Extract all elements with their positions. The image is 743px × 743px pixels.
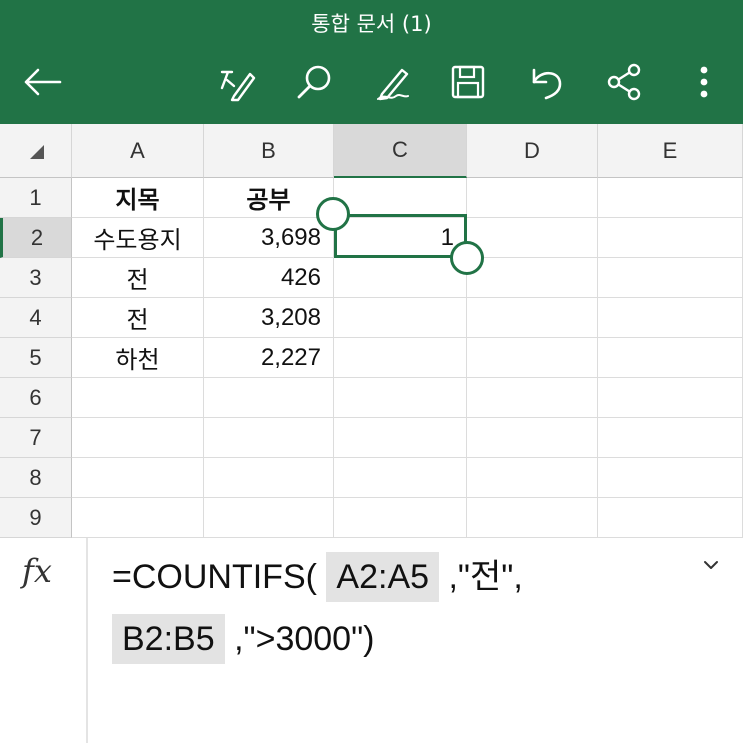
cell-a7[interactable] xyxy=(72,418,204,458)
cell-a3[interactable]: 전 xyxy=(72,258,204,298)
cell-a8[interactable] xyxy=(72,458,204,498)
formula-criteria: ,"전", xyxy=(448,558,523,596)
formula-bar: fx =COUNTIFS( A2:A5 ,"전", B2:B5 ,">3000") xyxy=(0,538,743,743)
cell-b8[interactable] xyxy=(204,458,334,498)
pen-icon[interactable] xyxy=(368,58,416,106)
row-header-6[interactable]: 6 xyxy=(0,378,72,418)
row-header-9[interactable]: 9 xyxy=(0,498,72,538)
save-icon[interactable] xyxy=(444,58,492,106)
cell-c8[interactable] xyxy=(334,458,467,498)
column-header-e[interactable]: E xyxy=(598,124,743,178)
formula-suffix: ,">3000") xyxy=(234,620,375,658)
cell-e8[interactable] xyxy=(598,458,743,498)
spreadsheet-grid[interactable]: A B C D E 1 2 3 4 5 6 7 8 9 지목 공부 수도용지 3… xyxy=(0,124,743,538)
cell-b6[interactable] xyxy=(204,378,334,418)
column-header-d[interactable]: D xyxy=(467,124,598,178)
row-header-5[interactable]: 5 xyxy=(0,338,72,378)
column-header-a[interactable]: A xyxy=(72,124,204,178)
cell-c3[interactable] xyxy=(334,258,467,298)
undo-icon[interactable] xyxy=(522,58,570,106)
selection-handle-bottom-right[interactable] xyxy=(450,241,484,275)
cell-a1[interactable]: 지목 xyxy=(72,178,204,218)
cell-b1[interactable]: 공부 xyxy=(204,178,334,218)
cell-a2[interactable]: 수도용지 xyxy=(72,218,204,258)
row-header-4[interactable]: 4 xyxy=(0,298,72,338)
cell-c6[interactable] xyxy=(334,378,467,418)
cell-c2[interactable]: 1 xyxy=(334,218,467,258)
cell-c5[interactable] xyxy=(334,338,467,378)
app-titlebar: 통합 문서 (1) xyxy=(0,0,743,124)
cell-e5[interactable] xyxy=(598,338,743,378)
cell-c7[interactable] xyxy=(334,418,467,458)
cell-e3[interactable] xyxy=(598,258,743,298)
formula-range-ref[interactable]: B2:B5 xyxy=(112,614,225,664)
cell-b9[interactable] xyxy=(204,498,334,538)
search-icon[interactable] xyxy=(290,58,338,106)
cell-b2[interactable]: 3,698 xyxy=(204,218,334,258)
cell-e6[interactable] xyxy=(598,378,743,418)
column-header-c[interactable]: C xyxy=(334,124,467,178)
chevron-down-icon[interactable] xyxy=(703,556,719,575)
selection-handle-top-left[interactable] xyxy=(316,197,350,231)
more-icon[interactable] xyxy=(680,58,728,106)
cell-e4[interactable] xyxy=(598,298,743,338)
row-header-8[interactable]: 8 xyxy=(0,458,72,498)
cell-b5[interactable]: 2,227 xyxy=(204,338,334,378)
document-title: 통합 문서 (1) xyxy=(311,12,432,36)
cell-b7[interactable] xyxy=(204,418,334,458)
cell-d8[interactable] xyxy=(467,458,598,498)
cell-e9[interactable] xyxy=(598,498,743,538)
cell-d6[interactable] xyxy=(467,378,598,418)
cell-d9[interactable] xyxy=(467,498,598,538)
cell-e1[interactable] xyxy=(598,178,743,218)
cell-a6[interactable] xyxy=(72,378,204,418)
cell-e7[interactable] xyxy=(598,418,743,458)
cell-c1[interactable] xyxy=(334,178,467,218)
select-all-icon xyxy=(30,145,44,159)
edit-text-icon[interactable] xyxy=(212,58,260,106)
share-icon[interactable] xyxy=(600,58,648,106)
cell-c9[interactable] xyxy=(334,498,467,538)
cell-d4[interactable] xyxy=(467,298,598,338)
cell-e2[interactable] xyxy=(598,218,743,258)
formula-prefix: =COUNTIFS( xyxy=(112,558,317,596)
fx-icon[interactable]: fx xyxy=(22,552,52,590)
cell-d2[interactable] xyxy=(467,218,598,258)
select-all-corner[interactable] xyxy=(0,124,72,178)
cell-c4[interactable] xyxy=(334,298,467,338)
row-header-1[interactable]: 1 xyxy=(0,178,72,218)
cell-a4[interactable]: 전 xyxy=(72,298,204,338)
cell-d3[interactable] xyxy=(467,258,598,298)
row-header-2[interactable]: 2 xyxy=(0,218,72,258)
formula-range-ref[interactable]: A2:A5 xyxy=(326,552,440,602)
cell-d5[interactable] xyxy=(467,338,598,378)
formula-input[interactable]: =COUNTIFS( A2:A5 ,"전", B2:B5 ,">3000") xyxy=(112,546,692,670)
cell-b4[interactable]: 3,208 xyxy=(204,298,334,338)
cell-d1[interactable] xyxy=(467,178,598,218)
row-header-3[interactable]: 3 xyxy=(0,258,72,298)
cell-b3[interactable]: 426 xyxy=(204,258,334,298)
cell-a9[interactable] xyxy=(72,498,204,538)
formula-bar-divider xyxy=(86,538,88,743)
back-arrow-icon[interactable] xyxy=(18,58,66,106)
cell-d7[interactable] xyxy=(467,418,598,458)
column-header-b[interactable]: B xyxy=(204,124,334,178)
cell-a5[interactable]: 하천 xyxy=(72,338,204,378)
row-header-7[interactable]: 7 xyxy=(0,418,72,458)
